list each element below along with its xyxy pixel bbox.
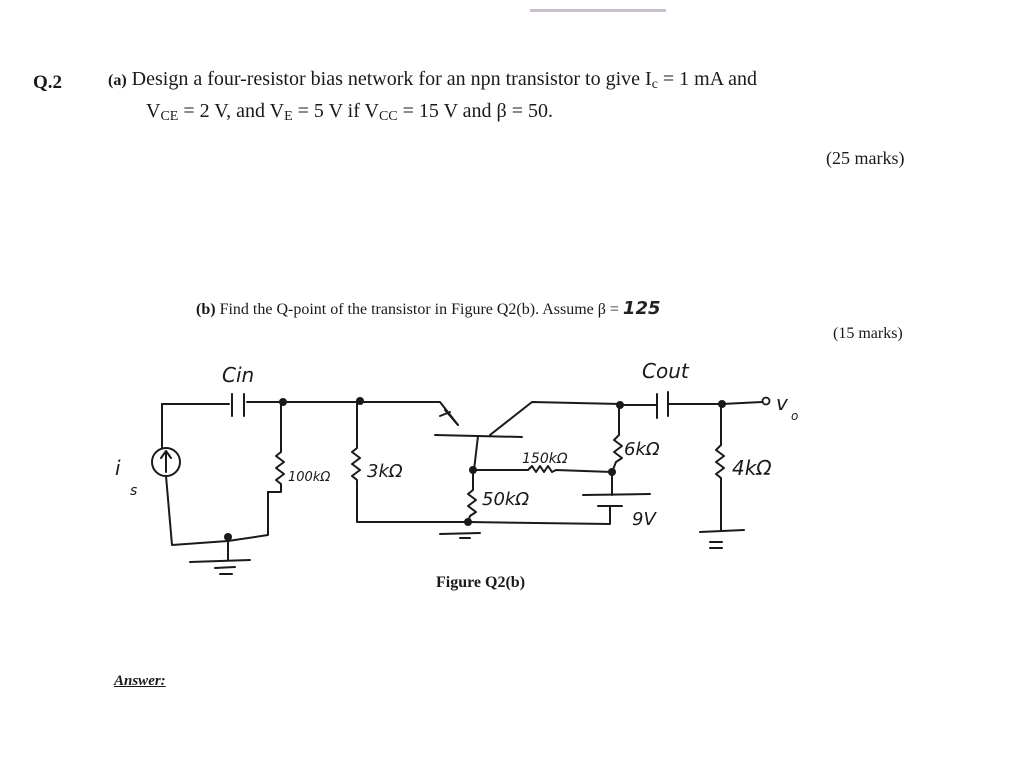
wire-base	[246, 401, 459, 426]
label-4k: 4kΩ	[732, 456, 772, 480]
label-3k: 3kΩ	[367, 461, 403, 482]
label-vo-sub: o	[791, 409, 798, 423]
label-9v: 9V	[632, 509, 657, 530]
label-cin: Cin	[222, 363, 254, 387]
battery-9v	[582, 471, 651, 507]
output-terminal	[761, 396, 771, 406]
figure-caption: Figure Q2(b)	[436, 574, 526, 591]
answer-label: Answer:	[114, 673, 166, 689]
label-50k: 50kΩ	[482, 489, 529, 510]
label-100k: 100kΩ	[288, 470, 330, 485]
resistor-6k	[611, 401, 624, 473]
resistor-100k	[267, 401, 285, 493]
circuit-diagram: Cin Cout i s 100kΩ 3kΩ 150kΩ 50kΩ 6kΩ 4k…	[115, 359, 798, 575]
label-150k: 150kΩ	[522, 451, 568, 467]
label-is-sub: s	[130, 483, 137, 499]
capacitor-cout	[619, 391, 723, 419]
label-is: i	[115, 456, 121, 480]
label-vo: v	[776, 391, 789, 415]
ground-mid	[439, 532, 481, 539]
label-cout: Cout	[642, 359, 690, 383]
label-6k: 6kΩ	[624, 439, 660, 460]
capacitor-cin	[231, 393, 245, 417]
current-source	[151, 403, 269, 546]
resistor-50k	[467, 469, 477, 523]
